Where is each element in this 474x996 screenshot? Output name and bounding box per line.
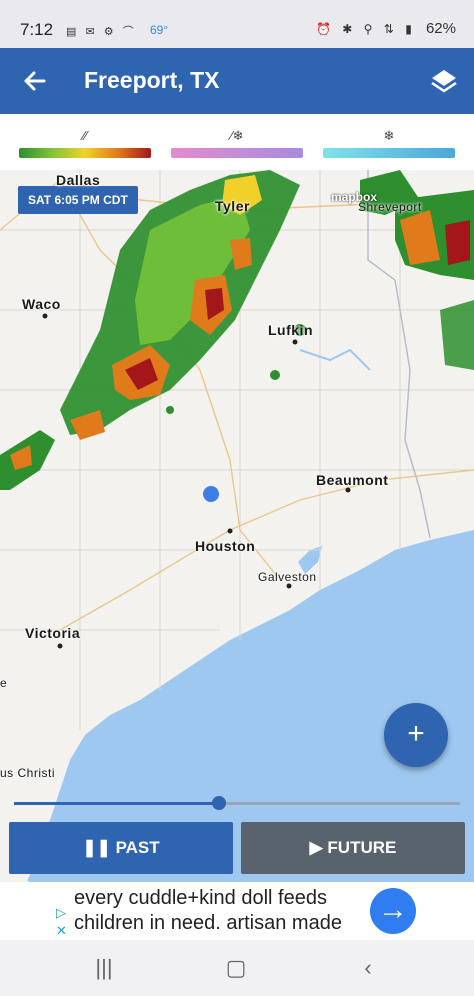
rain-gradient-bar — [19, 148, 151, 158]
status-right: ⏰ ✱ ⚲ ⇅ ▮ 62% — [316, 20, 456, 37]
ad-banner[interactable]: every cuddle+kind doll feeds children in… — [0, 882, 474, 940]
past-label: PAST — [115, 838, 160, 857]
ad-line-2: children in need. artisan made — [74, 912, 342, 934]
system-icons: ⏰ ✱ ⚲ ⇅ ▮ — [316, 22, 416, 36]
location-title[interactable]: Freeport, TX — [84, 67, 219, 94]
city-label-beaumont: Beaumont — [316, 472, 389, 488]
city-label-galveston: Galveston — [258, 570, 317, 584]
play-icon: ▶ — [309, 838, 323, 857]
legend-mix: ⁄❄ — [171, 128, 303, 158]
back-arrow-icon[interactable] — [18, 66, 50, 96]
timeline-slider[interactable] — [14, 796, 460, 810]
city-label-tyler: Tyler — [215, 198, 250, 214]
snow-gradient-bar — [323, 148, 455, 158]
pause-icon: ❚❚ — [82, 838, 111, 857]
radar-map[interactable] — [0, 170, 474, 884]
city-label-partial: e — [0, 676, 8, 690]
layers-icon[interactable] — [428, 66, 460, 96]
city-label-waco: Waco — [22, 296, 61, 312]
ad-line-1: every cuddle+kind doll feeds — [74, 887, 327, 909]
city-label-dallas: Dallas — [56, 172, 101, 188]
legend-rain: ⁄⁄ — [19, 128, 151, 158]
radar-timestamp-badge: SAT 6:05 PM CDT — [18, 186, 138, 214]
back-nav-icon[interactable]: ‹ — [348, 954, 388, 982]
snow-icon: ❄ — [383, 128, 395, 143]
back-arrow-icon-svg — [24, 71, 46, 91]
city-label-lufkin: Lufkin — [268, 322, 313, 338]
recent-apps-icon[interactable]: ||| — [84, 954, 124, 982]
ad-text: every cuddle+kind doll feeds children in… — [54, 882, 420, 940]
precip-legend: ⁄⁄ ⁄❄ ❄ — [0, 114, 474, 170]
map-canvas — [0, 170, 474, 884]
city-label-corpus-christi: us Christi — [0, 766, 56, 780]
timeline-progress — [14, 802, 220, 805]
city-label-houston: Houston — [195, 538, 256, 554]
status-temperature: 69° — [150, 23, 169, 37]
app-bar: Freeport, TX — [0, 48, 474, 114]
layers-icon-svg — [431, 70, 457, 93]
battery-percent: 62% — [425, 20, 456, 37]
city-label-shreveport: Shreveport — [358, 200, 422, 214]
past-button[interactable]: ❚❚ PAST — [9, 822, 233, 874]
future-button[interactable]: ▶ FUTURE — [241, 822, 465, 874]
arrow-right-icon[interactable]: → — [370, 888, 416, 934]
plus-icon: + — [407, 717, 425, 750]
mix-icon: ⁄❄ — [230, 128, 244, 143]
rain-icon: ⁄⁄ — [82, 128, 88, 143]
status-time: 7:12 — [20, 20, 54, 39]
ad-choices-icon[interactable]: ▷ ✕ — [56, 904, 67, 940]
status-bar: 7:12 ▤ ✉ ⚙ ⌒ 69° ⏰ ✱ ⚲ ⇅ ▮ 62% — [0, 0, 474, 48]
add-location-button[interactable]: + — [384, 703, 448, 767]
city-label-victoria: Victoria — [25, 625, 81, 641]
app-frame: 7:12 ▤ ✉ ⚙ ⌒ 69° ⏰ ✱ ⚲ ⇅ ▮ 62% Freeport,… — [0, 0, 474, 996]
legend-snow: ❄ — [323, 128, 455, 158]
system-nav-bar: ||| ▢ ‹ — [0, 940, 474, 996]
notification-icons: ▤ ✉ ⚙ ⌒ — [66, 26, 137, 38]
home-icon[interactable]: ▢ — [216, 954, 256, 982]
future-label: FUTURE — [327, 838, 397, 857]
mix-gradient-bar — [171, 148, 303, 158]
